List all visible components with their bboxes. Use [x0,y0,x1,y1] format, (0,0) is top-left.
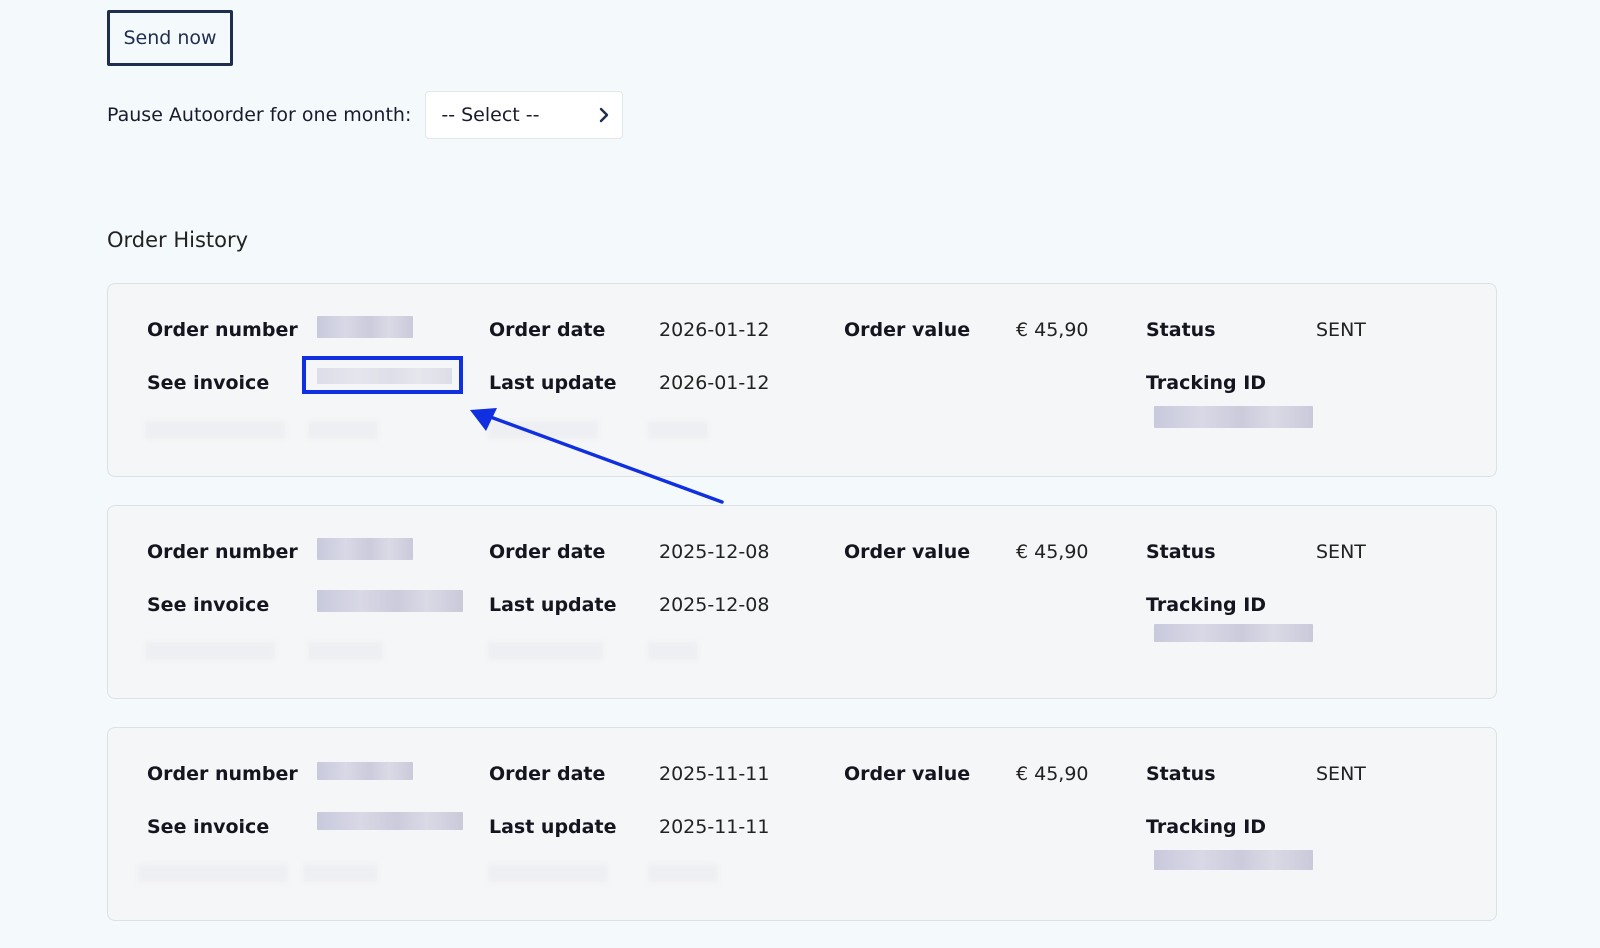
see-invoice-label: See invoice [147,372,270,394]
last-update-label: Last update [489,372,617,394]
order-date-value: 2025-11-11 [659,763,770,785]
faint-row [488,421,598,439]
status-label: Status [1146,541,1216,563]
pause-month-select[interactable]: -- Select -- [425,91,624,139]
faint-row [138,864,288,882]
order-date-value: 2025-12-08 [659,541,770,563]
order-card: Order number Order date 2025-12-08 Order… [107,505,1497,699]
faint-row [145,421,285,439]
faint-row [648,864,718,882]
faint-row [308,642,383,660]
order-history-title: Order History [107,228,249,252]
faint-row [488,864,608,882]
pause-autoorder-row: Pause Autoorder for one month: -- Select… [107,90,624,140]
chevron-right-icon [598,107,610,123]
see-invoice-label: See invoice [147,816,270,838]
tracking-id-value-redacted[interactable] [1154,850,1313,870]
faint-row [648,421,708,439]
order-number-label: Order number [147,541,298,563]
pause-month-select-value: -- Select -- [441,104,540,126]
tracking-id-value-redacted[interactable] [1154,624,1313,642]
order-date-value: 2026-01-12 [659,319,770,341]
status-value: SENT [1316,763,1366,785]
last-update-label: Last update [489,816,617,838]
order-value-value: € 45,90 [1016,763,1089,785]
tracking-id-label: Tracking ID [1146,594,1267,616]
order-number-label: Order number [147,763,298,785]
order-card: Order number Order date 2026-01-12 Order… [107,283,1497,477]
faint-row [648,642,698,660]
see-invoice-label: See invoice [147,594,270,616]
order-number-value-redacted [317,538,413,560]
order-number-value-redacted [317,762,413,780]
order-number-label: Order number [147,319,298,341]
order-value-label: Order value [844,319,971,341]
order-value-label: Order value [844,763,971,785]
tracking-id-value-redacted[interactable] [1154,406,1313,428]
order-card: Order number Order date 2025-11-11 Order… [107,727,1497,921]
invoice-link-redacted[interactable] [317,590,463,612]
faint-row [488,642,603,660]
faint-row [303,864,378,882]
send-now-button[interactable]: Send now [107,10,233,66]
order-value-value: € 45,90 [1016,319,1089,341]
status-value: SENT [1316,541,1366,563]
order-value-value: € 45,90 [1016,541,1089,563]
faint-row [145,642,275,660]
last-update-value: 2026-01-12 [659,372,770,394]
tracking-id-label: Tracking ID [1146,816,1267,838]
last-update-value: 2025-11-11 [659,816,770,838]
status-label: Status [1146,319,1216,341]
last-update-label: Last update [489,594,617,616]
order-value-label: Order value [844,541,971,563]
invoice-link-redacted[interactable] [317,368,452,384]
status-value: SENT [1316,319,1366,341]
last-update-value: 2025-12-08 [659,594,770,616]
order-date-label: Order date [489,541,606,563]
pause-autoorder-label: Pause Autoorder for one month: [107,104,412,126]
order-number-value-redacted [317,316,413,338]
tracking-id-label: Tracking ID [1146,372,1267,394]
faint-row [308,421,378,439]
invoice-link-redacted[interactable] [317,812,463,830]
status-label: Status [1146,763,1216,785]
order-date-label: Order date [489,763,606,785]
order-date-label: Order date [489,319,606,341]
